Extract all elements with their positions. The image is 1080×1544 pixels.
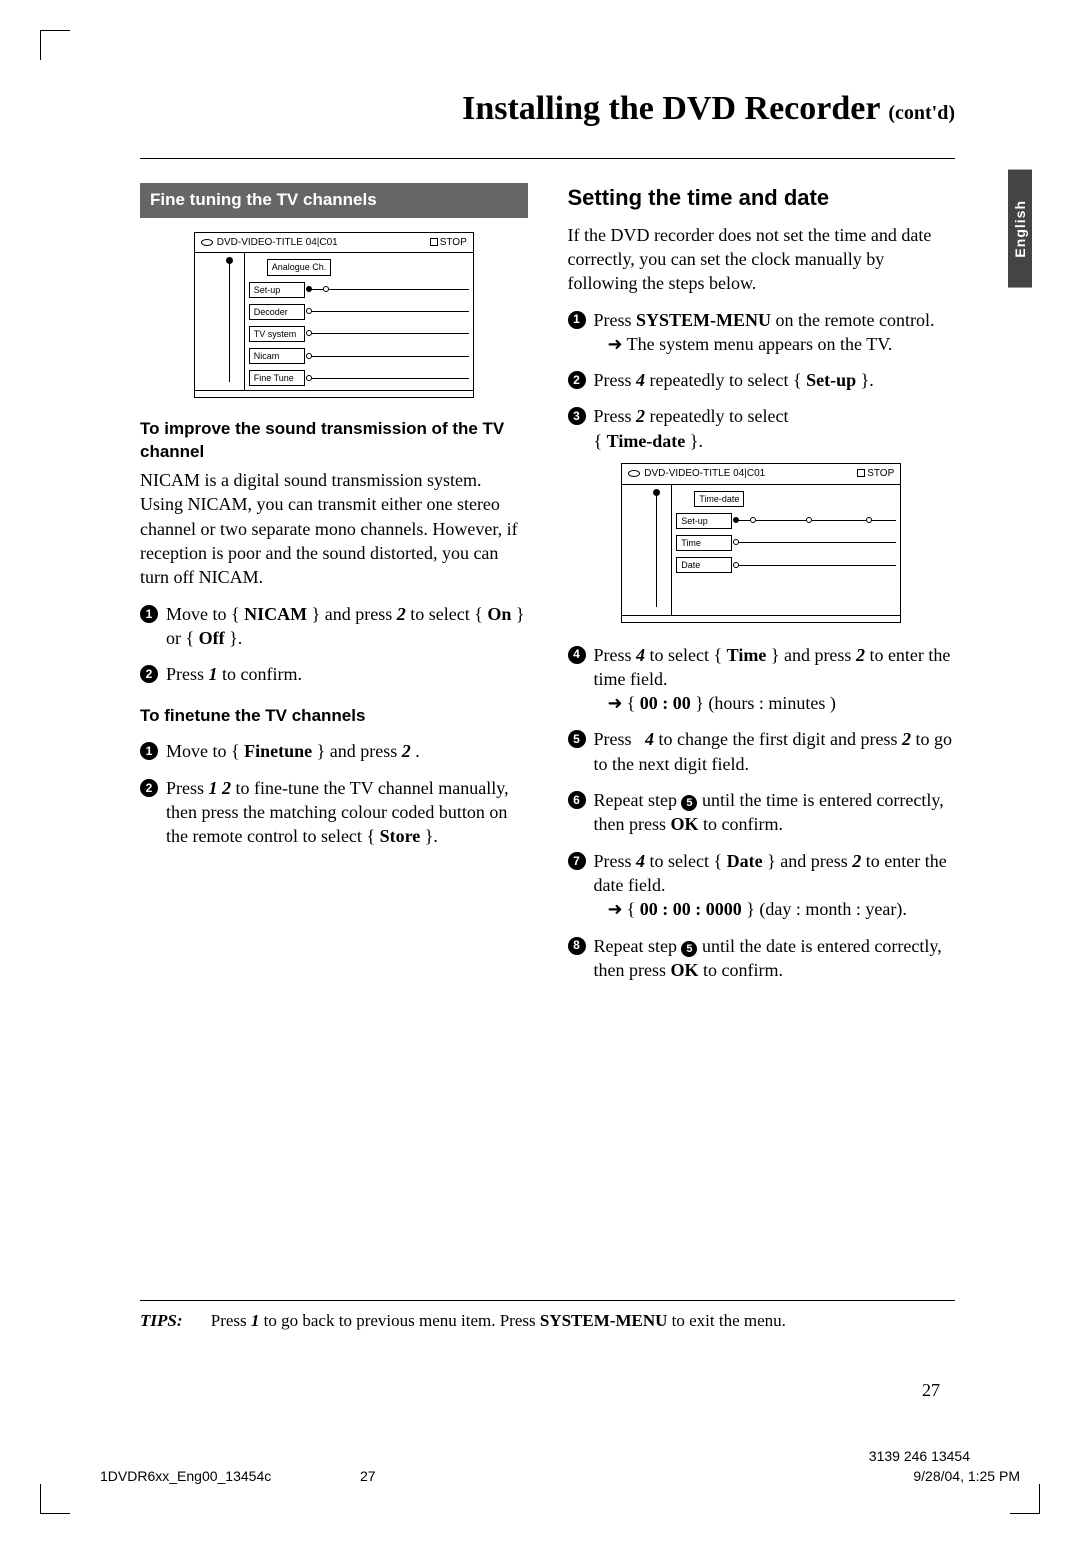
footer-date: 9/28/04, 1:25 PM [913, 1468, 1020, 1484]
r-step2: Press 4 repeatedly to select { Set-up }. [594, 368, 874, 392]
left-column: Fine tuning the TV channels DVD-VIDEO-TI… [140, 183, 528, 982]
tips-section: TIPS: Press 1 to go back to previous men… [140, 1300, 955, 1331]
osd1-stop: STOP [440, 237, 467, 248]
title-suffix: (cont'd) [888, 102, 955, 124]
left-sound-step2: Press 1 to confirm. [166, 662, 302, 686]
title-main: Installing the DVD Recorder [462, 90, 888, 127]
footer-page: 27 [360, 1468, 376, 1484]
left-sound-step1: Move to { NICAM } and press 2 to select … [166, 602, 528, 651]
right-heading: Setting the time and date [568, 183, 956, 213]
r-step1: Press SYSTEM-MENU on the remote control.… [594, 308, 935, 357]
footer: 1DVDR6xx_Eng00_13454c 27 9/28/04, 1:25 P… [100, 1468, 1020, 1484]
tips-text: Press 1 to go back to previous menu item… [211, 1311, 786, 1330]
left-ft-step1: Move to { Finetune } and press 2 . [166, 739, 420, 763]
left-sound-para: NICAM is a digital sound transmission sy… [140, 468, 528, 589]
osd-diagram-timedate: DVD-VIDEO-TITLE 04|C01 STOP Time-date Se… [621, 463, 901, 623]
r-step3: Press 2 repeatedly to select{ Time-date … [594, 404, 789, 453]
osd2-title: DVD-VIDEO-TITLE 04|C01 [644, 468, 765, 479]
right-column: Setting the time and date If the DVD rec… [568, 183, 956, 982]
r-step4: Press 4 to select { Time } and press 2 t… [594, 643, 956, 716]
osd2-tag: Time-date [694, 491, 744, 507]
left-subhead-sound: To improve the sound transmission of the… [140, 418, 528, 464]
r-bullet-7: 7 [568, 852, 586, 870]
page-number: 27 [922, 1380, 940, 1401]
osd1-row: Fine Tune [249, 370, 305, 386]
crop-mark [1010, 1484, 1040, 1514]
r-bullet-5: 5 [568, 730, 586, 748]
r-bullet-4: 4 [568, 646, 586, 664]
tips-label: TIPS: [140, 1311, 183, 1330]
left-subhead-finetune: To finetune the TV channels [140, 705, 528, 728]
osd1-row: Decoder [249, 304, 305, 320]
crop-mark [40, 30, 70, 60]
osd2-row: Time [676, 535, 732, 551]
crop-mark [40, 1484, 70, 1514]
title-rule [140, 158, 955, 159]
footer-file: 1DVDR6xx_Eng00_13454c [100, 1468, 271, 1484]
osd1-row: Nicam [249, 348, 305, 364]
language-tab: English [1008, 170, 1032, 288]
osd1-title: DVD-VIDEO-TITLE 04|C01 [217, 237, 338, 248]
r-step7: Press 4 to select { Date } and press 2 t… [594, 849, 956, 922]
inline-bullet-5b: 5 [681, 941, 697, 957]
page-title: Installing the DVD Recorder (cont'd) [140, 90, 955, 128]
osd2-row: Set-up [676, 513, 732, 529]
step-bullet-1: 1 [140, 605, 158, 623]
r-bullet-3: 3 [568, 407, 586, 425]
r-step8: Repeat step 5 until the date is entered … [594, 934, 956, 983]
section-bar-finetune: Fine tuning the TV channels [140, 183, 528, 218]
left-ft-step2: Press 1 2 to fine-tune the TV channel ma… [166, 776, 528, 849]
osd2-stop: STOP [867, 468, 894, 479]
inline-bullet-5: 5 [681, 795, 697, 811]
osd1-row: Set-up [249, 282, 305, 298]
step-bullet-2: 2 [140, 665, 158, 683]
footer-code: 3139 246 13454 [869, 1448, 970, 1464]
r-bullet-2: 2 [568, 371, 586, 389]
step-bullet-1b: 1 [140, 742, 158, 760]
r-bullet-1: 1 [568, 311, 586, 329]
r-bullet-8: 8 [568, 937, 586, 955]
osd1-row: TV system [249, 326, 305, 342]
r-step5: Press 4 to change the first digit and pr… [594, 727, 956, 776]
step-bullet-2b: 2 [140, 779, 158, 797]
osd1-tag: Analogue Ch. [267, 259, 332, 275]
osd-diagram-analogue: DVD-VIDEO-TITLE 04|C01 STOP Analogue Ch.… [194, 232, 474, 398]
right-intro: If the DVD recorder does not set the tim… [568, 223, 956, 296]
osd2-row: Date [676, 557, 732, 573]
r-step6: Repeat step 5 until the time is entered … [594, 788, 956, 837]
r-bullet-6: 6 [568, 791, 586, 809]
